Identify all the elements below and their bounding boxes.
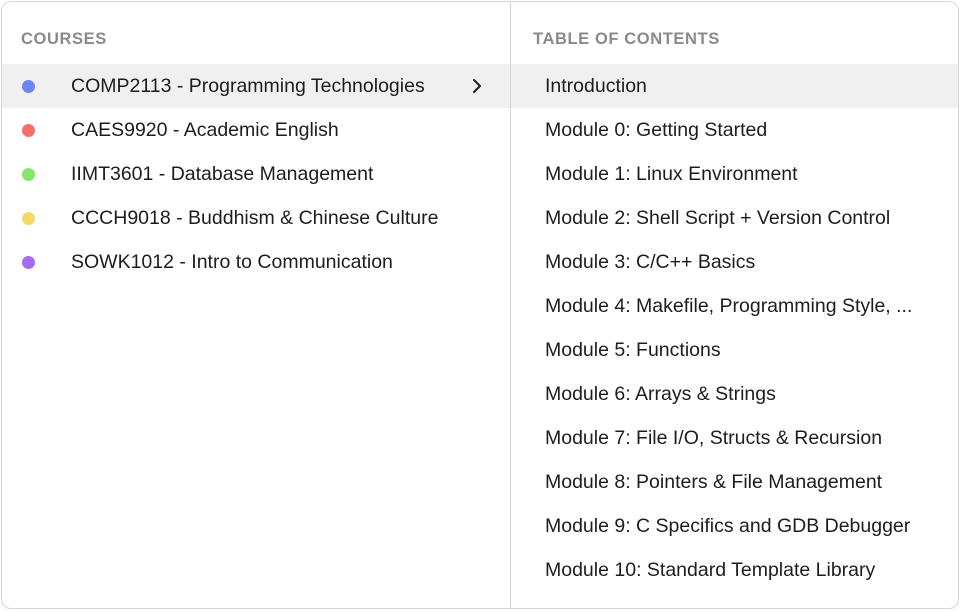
toc-item-module-5[interactable]: Module 5: Functions: [511, 328, 958, 372]
course-item-caes9920[interactable]: CAES9920 - Academic English: [2, 108, 510, 152]
toc-item-label: Introduction: [545, 74, 647, 97]
course-color-dot: [22, 211, 35, 225]
course-item-comp2113[interactable]: COMP2113 - Programming Technologies: [2, 64, 510, 108]
toc-item-module-3[interactable]: Module 3: C/C++ Basics: [511, 240, 958, 284]
course-color-dot: [22, 167, 35, 181]
toc-item-label: Module 4: Makefile, Programming Style, .…: [545, 294, 913, 317]
toc-item-module-4[interactable]: Module 4: Makefile, Programming Style, .…: [511, 284, 958, 328]
toc-item-label: Module 9: C Specifics and GDB Debugger: [545, 514, 911, 537]
toc-item-label: Module 0: Getting Started: [545, 118, 768, 141]
toc-item-label: Module 2: Shell Script + Version Control: [545, 206, 891, 229]
toc-item-label: Module 3: C/C++ Basics: [545, 250, 756, 273]
toc-item-label: Module 10: Standard Template Library: [545, 558, 876, 581]
toc-item-module-0[interactable]: Module 0: Getting Started: [511, 108, 958, 152]
chevron-right-icon: [473, 79, 481, 93]
course-color-dot: [22, 79, 35, 93]
toc-item-module-2[interactable]: Module 2: Shell Script + Version Control: [511, 196, 958, 240]
course-color-dot: [22, 123, 35, 137]
toc-item-module-8[interactable]: Module 8: Pointers & File Management: [511, 460, 958, 504]
toc-item-module-7[interactable]: Module 7: File I/O, Structs & Recursion: [511, 416, 958, 460]
course-item-ccch9018[interactable]: CCCH9018 - Buddhism & Chinese Culture: [2, 196, 510, 240]
toc-item-module-6[interactable]: Module 6: Arrays & Strings: [511, 372, 958, 416]
toc-item-module-10[interactable]: Module 10: Standard Template Library: [511, 548, 958, 592]
course-item-iimt3601[interactable]: IIMT3601 - Database Management: [2, 152, 510, 196]
course-item-label: IIMT3601 - Database Management: [71, 162, 374, 185]
toc-pane: TABLE OF CONTENTS Introduction Module 0:…: [511, 2, 958, 608]
toc-item-module-9[interactable]: Module 9: C Specifics and GDB Debugger: [511, 504, 958, 548]
toc-item-label: Module 7: File I/O, Structs & Recursion: [545, 426, 883, 449]
toc-item-label: Module 8: Pointers & File Management: [545, 470, 883, 493]
course-item-label: SOWK1012 - Intro to Communication: [71, 250, 393, 273]
toc-item-label: Module 5: Functions: [545, 338, 721, 361]
course-item-sowk1012[interactable]: SOWK1012 - Intro to Communication: [2, 240, 510, 284]
toc-item-label: Module 1: Linux Environment: [545, 162, 798, 185]
toc-item-introduction[interactable]: Introduction: [511, 64, 958, 108]
course-browser-window: COURSES COMP2113 - Programming Technolog…: [1, 1, 959, 609]
courses-pane: COURSES COMP2113 - Programming Technolog…: [2, 2, 511, 608]
course-item-label: COMP2113 - Programming Technologies: [71, 74, 425, 97]
course-item-label: CAES9920 - Academic English: [71, 118, 339, 141]
toc-header: TABLE OF CONTENTS: [533, 30, 720, 48]
courses-header: COURSES: [21, 30, 107, 48]
course-color-dot: [22, 255, 35, 269]
toc-item-label: Module 6: Arrays & Strings: [545, 382, 776, 405]
course-item-label: CCCH9018 - Buddhism & Chinese Culture: [71, 206, 439, 229]
toc-item-module-1[interactable]: Module 1: Linux Environment: [511, 152, 958, 196]
